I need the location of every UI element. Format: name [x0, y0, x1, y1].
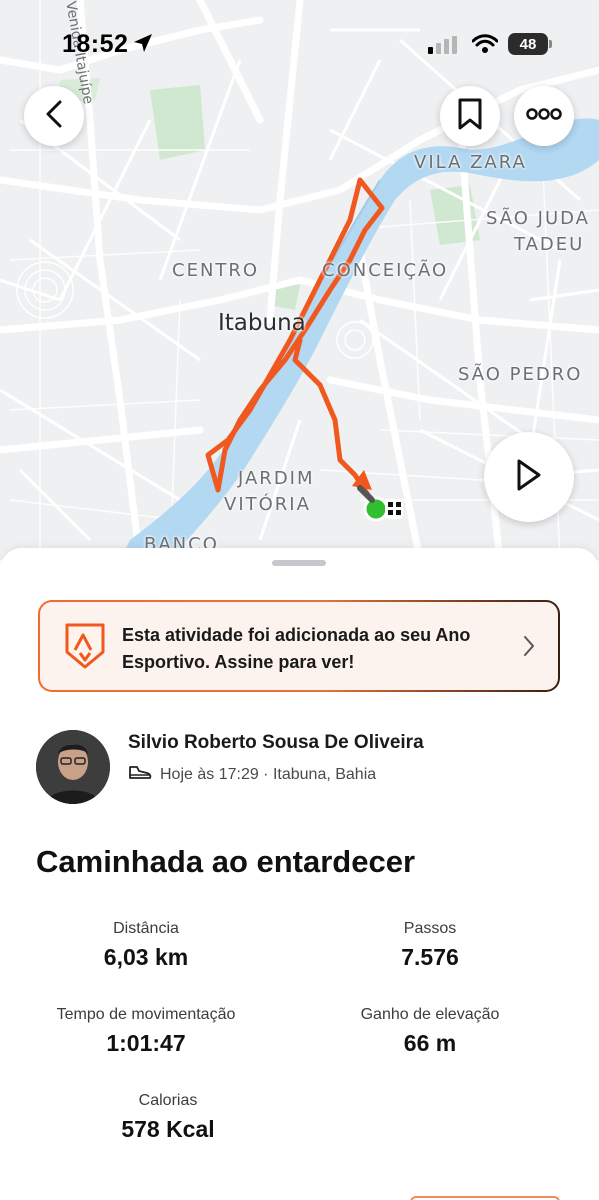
status-bar: 18:52 48	[0, 28, 599, 62]
back-button[interactable]	[24, 86, 84, 146]
stat-value: 7.576	[401, 944, 459, 970]
stat-steps: Passos 7.576	[300, 920, 560, 971]
activity-title: Caminhada ao entardecer	[36, 844, 416, 879]
stat-label: Passos	[403, 920, 457, 937]
stat-calories: Calorias 578 Kcal	[38, 1092, 298, 1143]
map-label-sao-juda: SÃO JUDA	[486, 208, 590, 229]
athlete-header[interactable]: Silvio Roberto Sousa De Oliveira Hoje às…	[36, 730, 566, 806]
activity-meta-text: Hoje às 17:29 · Itabuna, Bahia	[160, 765, 377, 783]
year-in-sport-icon	[64, 622, 106, 675]
year-in-sport-banner[interactable]: Esta atividade foi adicionada ao seu Ano…	[38, 600, 560, 692]
stat-value: 1:01:47	[106, 1030, 186, 1056]
map-label-jardim: JARDIM	[238, 468, 315, 489]
sheet-grabber[interactable]	[272, 560, 326, 566]
wifi-icon	[471, 34, 499, 59]
chevron-left-icon	[43, 99, 65, 134]
battery-indicator: 48	[508, 33, 548, 55]
map-label-conceicao: CONCEIÇÃO	[322, 260, 449, 281]
location-arrow-icon	[132, 32, 154, 59]
stat-label: Calorias	[138, 1092, 198, 1109]
more-dots-icon	[526, 107, 562, 125]
promo-text: Esta atividade foi adicionada ao seu Ano…	[122, 625, 471, 672]
status-time: 18:52	[62, 30, 129, 58]
map-label-centro: CENTRO	[172, 260, 260, 281]
battery-tip	[549, 40, 552, 48]
more-options-button[interactable]	[514, 86, 574, 146]
stat-label: Ganho de elevação	[360, 1006, 500, 1023]
stat-moving-time: Tempo de movimentação 1:01:47	[16, 1006, 276, 1057]
map-label-vila-zara: VILA ZARA	[414, 152, 527, 173]
stat-elevation-gain: Ganho de elevação 66 m	[300, 1006, 560, 1057]
stat-distance: Distância 6,03 km	[16, 920, 276, 971]
map-label-sao-pedro: SÃO PEDRO	[458, 364, 583, 385]
bookmark-icon	[457, 98, 483, 135]
activity-sheet: Esta atividade foi adicionada ao seu Ano…	[0, 548, 599, 1200]
chevron-right-icon	[522, 634, 536, 663]
bottom-action-hint[interactable]	[410, 1196, 560, 1200]
stat-value: 66 m	[403, 1030, 457, 1056]
bookmark-button[interactable]	[440, 86, 500, 146]
avatar[interactable]	[36, 730, 110, 804]
map-label-vitoria: VITÓRIA	[224, 494, 311, 515]
stat-label: Tempo de movimentação	[56, 1006, 236, 1023]
athlete-name[interactable]: Silvio Roberto Sousa De Oliveira	[128, 732, 424, 754]
map-label-tadeu: TADEU	[514, 234, 585, 255]
shoe-icon	[128, 764, 152, 785]
stat-label: Distância	[113, 920, 179, 937]
promo-inner: Esta atividade foi adicionada ao seu Ano…	[40, 602, 558, 690]
stat-value: 6,03 km	[103, 944, 189, 970]
play-flyover-button[interactable]	[484, 432, 574, 522]
map-label-city: Itabuna	[218, 310, 306, 336]
activity-meta: Hoje às 17:29 · Itabuna, Bahia	[128, 764, 376, 785]
stat-value: 578 Kcal	[121, 1116, 215, 1142]
cellular-signal-icon	[428, 36, 458, 59]
play-icon	[515, 458, 543, 497]
